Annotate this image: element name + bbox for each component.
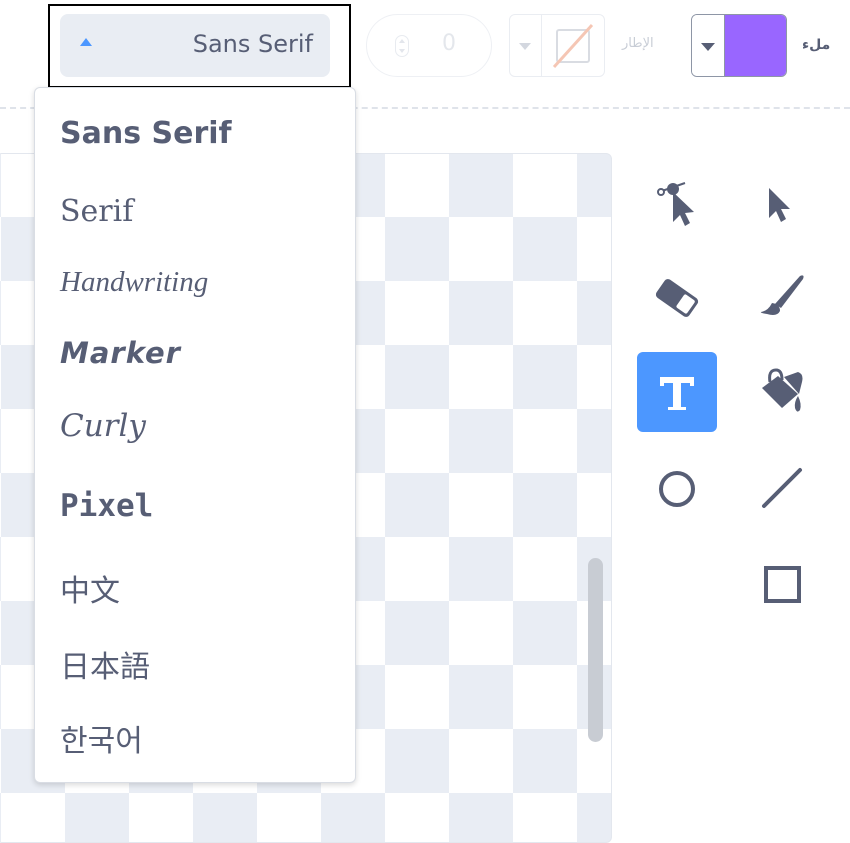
font-option-sans-serif[interactable]: Sans Serif xyxy=(60,116,232,151)
tool-circle[interactable] xyxy=(637,448,717,528)
reshape-icon xyxy=(657,182,694,226)
outline-label: الإطار xyxy=(622,36,654,51)
canvas-scrollbar[interactable] xyxy=(588,558,603,742)
font-option-japanese[interactable]: 日本語 xyxy=(60,642,150,686)
font-family-value: Sans Serif xyxy=(192,30,313,58)
font-family-dropdown[interactable]: Sans Serif xyxy=(60,14,330,77)
fill-bucket-icon xyxy=(762,368,803,412)
tool-line[interactable] xyxy=(742,448,822,528)
font-family-menu: Sans Serif Serif Handwriting Marker Curl… xyxy=(34,87,356,783)
font-option-korean[interactable]: 한국어 xyxy=(60,716,143,760)
no-color-swatch-icon xyxy=(552,23,594,69)
line-icon xyxy=(762,468,802,508)
fill-dropdown-arrow[interactable] xyxy=(692,15,724,76)
tool-eraser[interactable] xyxy=(637,258,717,338)
circle-icon xyxy=(659,471,695,507)
brush-icon xyxy=(760,275,804,315)
font-option-serif[interactable]: Serif xyxy=(60,194,133,229)
font-option-chinese[interactable]: 中文 xyxy=(60,566,120,610)
tool-brush[interactable] xyxy=(742,258,822,338)
font-option-curly[interactable]: Curly xyxy=(60,408,146,444)
rectangle-icon xyxy=(764,566,801,603)
font-option-pixel[interactable]: Pixel xyxy=(60,488,153,524)
font-option-handwriting[interactable]: Handwriting xyxy=(60,266,208,299)
tool-rectangle[interactable] xyxy=(742,544,822,624)
eraser-icon xyxy=(655,279,699,317)
chevron-down-icon xyxy=(701,43,715,51)
tool-reshape[interactable] xyxy=(637,165,717,245)
font-size-input[interactable]: 0 xyxy=(366,14,492,77)
fill-label: ملء xyxy=(802,37,831,53)
chevron-down-icon xyxy=(519,43,531,50)
fill-color-swatch[interactable] xyxy=(724,15,786,76)
tool-text[interactable] xyxy=(637,352,717,432)
fill-color-picker[interactable] xyxy=(691,14,787,77)
caret-up-icon xyxy=(80,38,92,46)
select-icon xyxy=(769,188,790,222)
outline-color-picker[interactable] xyxy=(509,14,605,77)
stepper-icon[interactable] xyxy=(395,35,409,57)
tool-fill[interactable] xyxy=(742,352,822,432)
outline-dropdown-arrow[interactable] xyxy=(510,15,542,76)
tool-select[interactable] xyxy=(742,165,822,245)
font-option-marker[interactable]: Marker xyxy=(60,336,181,370)
text-icon xyxy=(660,377,694,410)
font-size-value[interactable]: 0 xyxy=(429,31,469,56)
